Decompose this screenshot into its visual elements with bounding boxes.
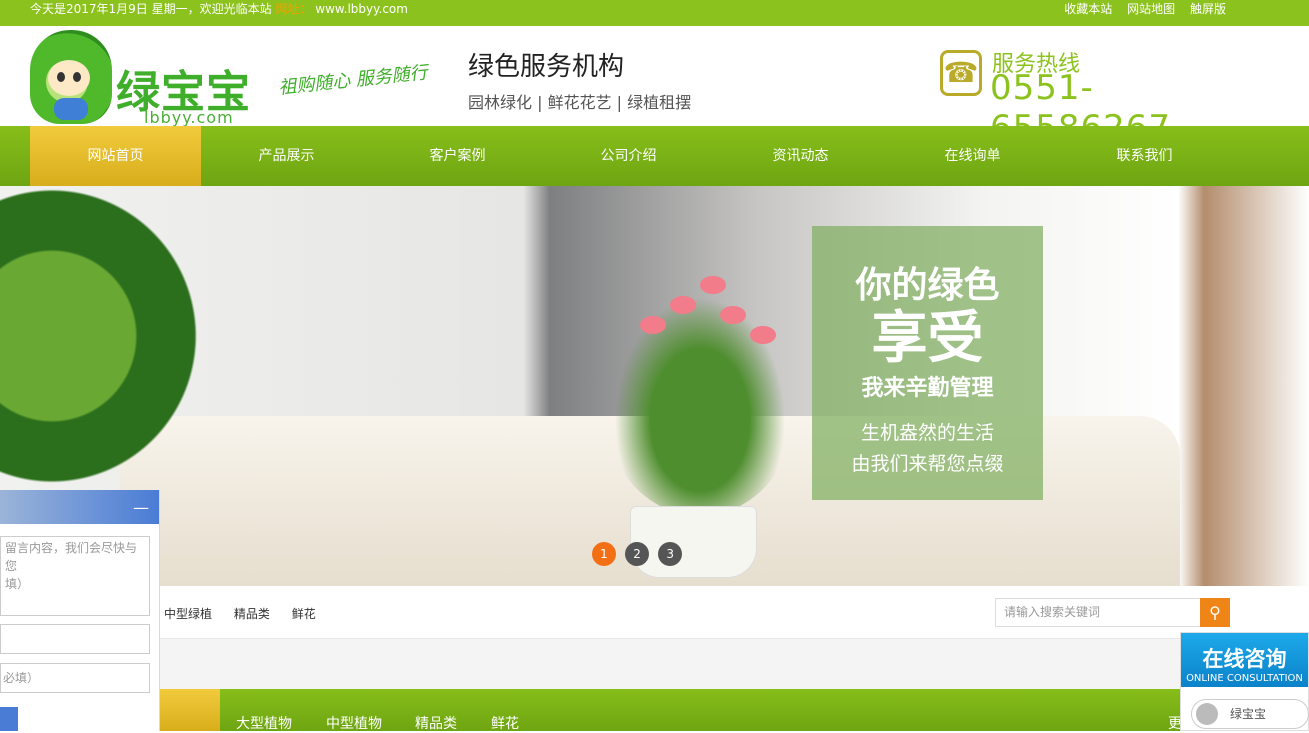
cat-flowers[interactable]: 鲜花 [491,713,519,733]
nav-home[interactable]: 网站首页 [30,126,201,186]
nav-products[interactable]: 产品展示 [201,126,372,186]
sitemap-link[interactable]: 网站地图 [1127,2,1175,16]
top-links: 收藏本站 网站地图 触屏版 [1053,0,1226,18]
qq-name: 绿宝宝 [1230,707,1267,721]
main-nav: 网站首页 产品展示 客户案例 公司介绍 资讯动态 在线询单 联系我们 [0,126,1309,186]
cat-medium[interactable]: 中型植物 [326,713,382,733]
message-field-1[interactable] [0,624,150,654]
logo-url: lbbyy.com [144,108,234,127]
promo-box: 你的绿色 享受 我来辛勤管理 生机盎然的生活 由我们来帮您点缀 [812,226,1043,500]
send-button[interactable] [0,707,18,731]
consult-subtitle: ONLINE CONSULTATION [1186,673,1303,684]
promo-line4: 生机盎然的生活 [860,422,994,444]
qq-contact[interactable]: 绿宝宝 [1191,699,1309,729]
hot-tags: 中型绿植 精品类 鲜花 [164,605,334,622]
nav-about[interactable]: 公司介绍 [543,126,714,186]
cat-large[interactable]: 大型植物 [236,713,292,733]
slide-dots: 1 2 3 [592,542,686,566]
site-label: 网址： [275,2,312,16]
qq-icon [1196,703,1218,725]
promo-line2: 享受 [871,306,984,371]
tag-medium-plants[interactable]: 中型绿植 [164,607,212,621]
minimize-icon[interactable]: — [133,498,149,517]
welcome-text: 今天是2017年1月9日 星期一，欢迎光临本站 网址： www.lbbyy.co… [30,0,408,18]
message-panel: — 留言内容，我们会尽快与您 填） 必填） [0,490,160,731]
tag-flowers[interactable]: 鲜花 [292,607,316,621]
promo-line5: 由我们来帮您点缀 [851,453,1004,475]
bookmark-link[interactable]: 收藏本站 [1064,2,1112,16]
promo-line1: 你的绿色 [855,265,1000,306]
logo[interactable]: 绿宝宝 lbbyy.com 祖购随心 服务随行 [30,30,440,127]
top-bar: 今天是2017年1月9日 星期一，欢迎光临本站 网址： www.lbbyy.co… [0,0,1309,26]
hotline: ☎ 服务热线 0551-65586267 [940,46,1240,148]
search-icon: ⚲ [1209,603,1221,622]
phone-icon: ☎ [940,50,982,96]
filter-bar: 中型绿植 精品类 鲜花 请输入搜索关键词 ⚲ [0,586,1309,639]
mascot-icon [30,30,112,124]
spacer-band [0,639,1309,689]
promo-line3: 我来辛勤管理 [861,376,994,401]
slide-dot-1[interactable]: 1 [592,542,616,566]
slide-dot-2[interactable]: 2 [625,542,650,566]
greeting: 今天是2017年1月9日 星期一，欢迎光临本站 [30,2,272,16]
cat-premium[interactable]: 精品类 [415,713,457,733]
category-title [150,689,220,731]
category-bar: 大型植物 中型植物 精品类 鲜花 更 [0,689,1309,733]
org-sub: 园林绿化 | 鲜花花艺 | 绿植租摆 [468,93,692,112]
hero-banner[interactable]: 你的绿色 享受 我来辛勤管理 生机盎然的生活 由我们来帮您点缀 1 2 3 [0,186,1309,586]
logo-slogan: 祖购随心 服务随行 [277,62,429,99]
nav-contact[interactable]: 联系我们 [1059,126,1230,186]
consult-widget: 在线咨询 ONLINE CONSULTATION 绿宝宝 [1180,632,1309,731]
nav-cases[interactable]: 客户案例 [372,126,543,186]
header: 绿宝宝 lbbyy.com 祖购随心 服务随行 绿色服务机构 园林绿化 | 鲜花… [0,26,1309,148]
anthurium-image [600,276,800,516]
mobile-link[interactable]: 触屏版 [1190,2,1226,16]
consult-header[interactable]: 在线咨询 ONLINE CONSULTATION [1181,633,1308,687]
org-info: 绿色服务机构 园林绿化 | 鲜花花艺 | 绿植租摆 [468,46,691,113]
search-button[interactable]: ⚲ [1200,598,1230,627]
consult-title: 在线咨询 [1202,647,1287,671]
message-field-2[interactable]: 必填） [0,663,150,693]
message-textarea[interactable]: 留言内容，我们会尽快与您 填） [0,536,150,616]
tag-premium[interactable]: 精品类 [234,607,270,621]
org-name: 绿色服务机构 [468,52,625,82]
slide-dot-3[interactable]: 3 [658,542,683,566]
site-url[interactable]: www.lbbyy.com [315,2,408,16]
message-header: — [0,490,159,524]
nav-news[interactable]: 资讯动态 [715,126,886,186]
nav-inquiry[interactable]: 在线询单 [887,126,1058,186]
search-input[interactable]: 请输入搜索关键词 [995,598,1201,627]
